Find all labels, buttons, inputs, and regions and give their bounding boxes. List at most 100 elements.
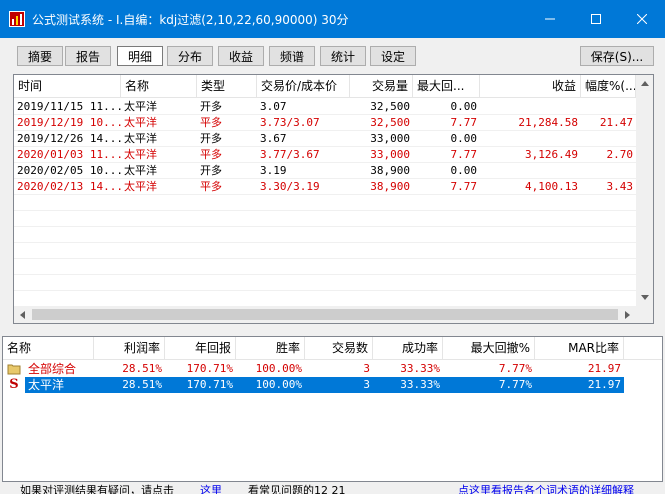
trade-list[interactable]: 时间 名称 类型 交易价/成本价 交易量 最大回... 收益 幅度%(... 2… [13,74,654,324]
scroll-down-arrow-icon[interactable] [636,289,653,306]
grid-line [14,290,636,291]
cell-type: 平多 [200,180,222,193]
cell-win: 100.00% [255,362,302,375]
grid-line [14,194,636,195]
grid-line [14,178,636,179]
cell-mar: 21.97 [587,362,621,375]
cell-trades: 3 [363,362,370,375]
col-name[interactable]: 名称 [121,75,197,97]
list-item[interactable]: S 太平洋 28.51% 170.71% 100.00% 3 33.33% 7.77% 21.9… [3,377,662,393]
cell-profit: 3,126.49 [525,148,578,161]
col-max-drawdown[interactable]: 最大回撤% [443,337,535,359]
grid-line [14,242,636,243]
list-item[interactable]: 全部综合 28.51% 170.71% 100.00% 3 33.33% 7.77% 21.9… [3,361,662,377]
col-trade-count[interactable]: 交易数 [305,337,373,359]
cell-time: 2019/12/19 10... [17,116,121,129]
trade-list-vscroll[interactable] [636,75,653,306]
cell-type: 开多 [200,132,222,145]
cell-volume: 38,900 [370,180,410,193]
scroll-left-arrow-icon[interactable] [14,306,31,323]
tab-statistics[interactable]: 统计 [320,46,366,66]
cell-win: 100.00% [236,377,305,393]
grid-line [14,226,636,227]
tab-details[interactable]: 明细 [117,46,163,66]
cell-pct [581,99,636,115]
grid-line [14,114,636,115]
col-pct[interactable]: 幅度%(... [581,75,636,97]
cell-drawdown: 7.77 [450,116,478,129]
cell-drawdown: 7.77 [450,148,478,161]
cell-drawdown: 7.77 [450,180,478,193]
cell-volume: 38,900 [370,164,410,177]
grid-line [14,258,636,259]
col-type[interactable]: 类型 [197,75,257,97]
folder-icon [7,362,21,376]
cell-type: 开多 [200,164,222,177]
status-bar: 如果对评测结果有疑问，请点击 这里 看常见问题的12 21 点这里看报告各个词术… [0,482,665,494]
cell-price: 3.19 [260,164,287,177]
cell-pct [581,131,636,147]
cell-pct: 2.70 [606,148,634,161]
status-help-link[interactable]: 这里 [200,482,222,494]
close-button[interactable] [619,0,665,38]
cell-success: 33.33% [400,362,440,375]
cell-trades: 3 [305,377,373,393]
col-time[interactable]: 时间 [14,75,121,97]
col-profit[interactable]: 收益 [480,75,581,97]
trade-list-header: 时间 名称 类型 交易价/成本价 交易量 最大回... 收益 幅度%(... [14,75,636,98]
summary-list[interactable]: 名称 利润率 年回报 胜率 交易数 成功率 最大回撤% MAR比率 全部综合 28… [2,336,663,482]
tab-summary[interactable]: 摘要 [17,46,63,66]
col-price[interactable]: 交易价/成本价 [257,75,350,97]
grid-line [14,130,636,131]
col-mar-ratio[interactable]: MAR比率 [535,337,624,359]
cell-pct [581,163,636,179]
close-icon [637,14,647,24]
cell-price: 3.73/3.07 [260,116,320,129]
cell-profit [480,99,581,115]
cell-name: 太平洋 [124,180,157,193]
cell-mar: 21.97 [535,377,624,393]
cell-type: 平多 [200,116,222,129]
maximize-icon [591,14,601,24]
tab-returns[interactable]: 收益 [218,46,264,66]
title-bar[interactable]: 公式测试系统 - I.自编：kdj过滤(2,10,22,60,90000) 30… [0,0,665,38]
cell-name: 太平洋 [124,116,157,129]
table-row[interactable]: 2019/12/26 14... 太平洋 开多 3.67 33,000 0.00 [14,131,636,147]
chart-app-icon [9,11,25,27]
cell-pct: 3.43 [606,180,634,193]
cell-profit_rate: 28.51% [122,362,162,375]
status-glossary-link[interactable]: 点这里看报告各个词术语的详细解释 [458,482,634,494]
maximize-button[interactable] [573,0,619,38]
col-profit-rate[interactable]: 利润率 [94,337,165,359]
col-win-rate[interactable]: 胜率 [236,337,305,359]
save-button[interactable]: 保存(S)... [580,46,654,66]
table-row[interactable]: 2019/12/19 10... 太平洋 平多 3.73/3.07 32,500 7.77… [14,115,636,131]
table-row[interactable]: 2020/02/05 10... 太平洋 开多 3.19 38,900 0.00 [14,163,636,179]
tab-distribution[interactable]: 分布 [167,46,213,66]
table-row[interactable]: 2020/02/13 14... 太平洋 平多 3.30/3.19 38,900 7.77… [14,179,636,195]
table-row[interactable]: 2019/11/15 11... 太平洋 开多 3.07 32,500 0.00 [14,99,636,115]
trade-list-hscroll[interactable] [14,306,636,323]
cell-time: 2020/02/05 10... [17,164,121,177]
col-volume[interactable]: 交易量 [350,75,413,97]
scroll-right-arrow-icon[interactable] [619,306,636,323]
hscroll-thumb[interactable] [32,309,618,320]
status-help-text: 如果对评测结果有疑问，请点击 [20,484,174,494]
minimize-button[interactable] [527,0,573,38]
col-annual-return[interactable]: 年回报 [165,337,236,359]
col-summary-name[interactable]: 名称 [3,337,94,359]
scroll-up-arrow-icon[interactable] [636,75,653,92]
col-success-rate[interactable]: 成功率 [373,337,443,359]
tab-spectrum[interactable]: 频谱 [269,46,315,66]
cell-time: 2020/02/13 14... [17,180,121,193]
tab-settings[interactable]: 设定 [370,46,416,66]
tab-report[interactable]: 报告 [65,46,111,66]
cell-volume: 32,500 [370,116,410,129]
stock-s-icon: S [9,377,19,392]
cell-type: 开多 [200,100,222,113]
table-row[interactable]: 2020/01/03 11... 太平洋 平多 3.77/3.67 33,000 7.77… [14,147,636,163]
col-drawdown[interactable]: 最大回... [413,75,480,97]
cell-type: 平多 [200,148,222,161]
cell-volume: 32,500 [370,100,410,113]
cell-annual: 170.71% [186,362,233,375]
